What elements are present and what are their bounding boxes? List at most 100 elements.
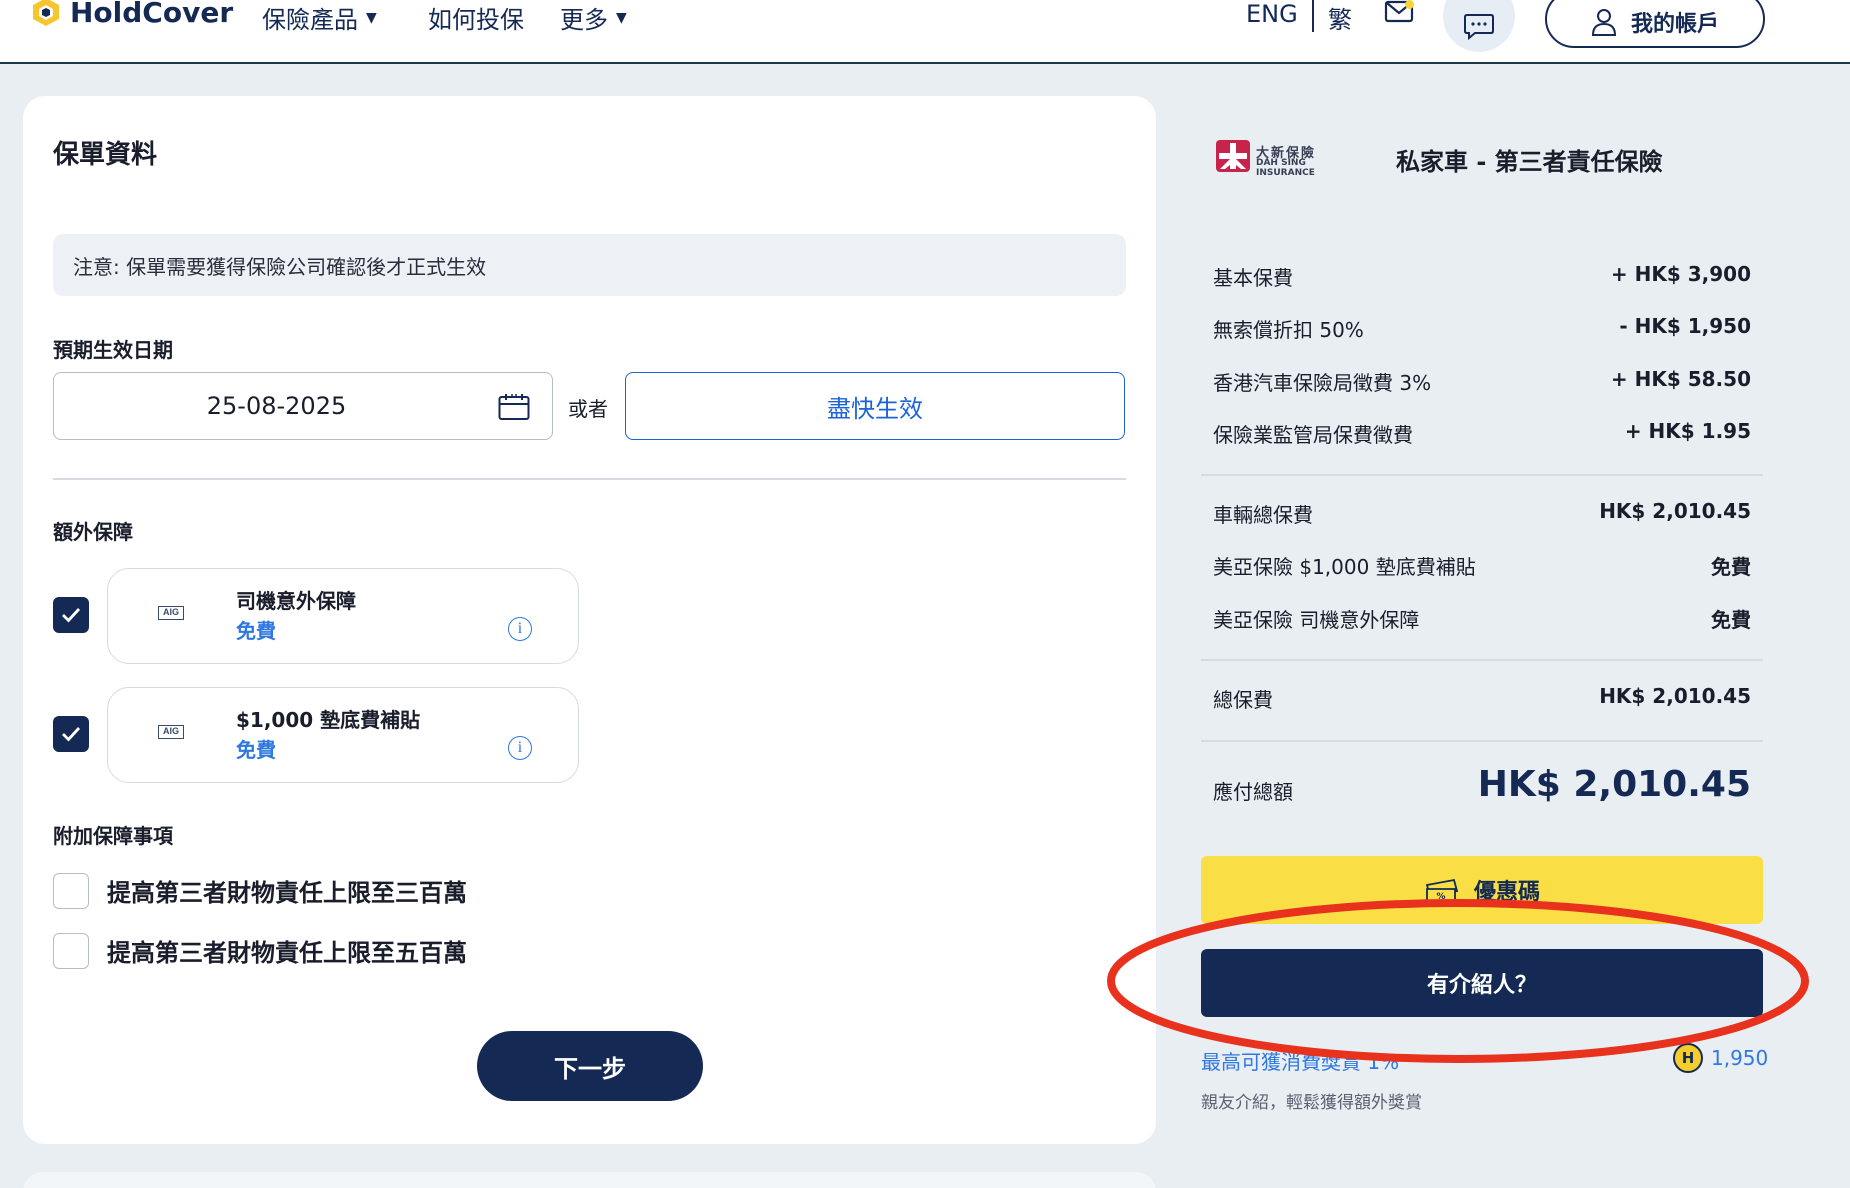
summary-row: 保險業監管局保費徵費 + HK$ 1.95: [1213, 419, 1751, 449]
amount-due-label: 應付總額: [1213, 780, 1293, 804]
summary-row: 車輛總保費 HK$ 2,010.45: [1213, 499, 1751, 529]
referrer-label: 有介紹人？: [1426, 973, 1537, 998]
calendar-icon[interactable]: [498, 393, 530, 421]
summary-divider: [1201, 659, 1763, 661]
summary-row: 基本保費 + HK$ 3,900: [1213, 262, 1751, 292]
nav-insurance-products[interactable]: 保險產品 ▼: [262, 0, 377, 35]
dah-sing-insurance-logo: 大新保險 DAH SING INSURANCE: [1216, 140, 1366, 178]
reward-points: 1,950: [1711, 1046, 1769, 1070]
option-label-3m[interactable]: 提高第三者財物責任上限至三百萬: [107, 873, 467, 908]
nav-more[interactable]: 更多 ▼: [560, 0, 627, 35]
row-label: 基本保費: [1213, 266, 1293, 290]
asap-effective-button[interactable]: 盡快生效: [625, 372, 1125, 440]
amount-due-value: HK$ 2,010.45: [1477, 764, 1751, 805]
option-checkbox-5m[interactable]: [53, 933, 89, 969]
addon-card-excess-subsidy[interactable]: AIG $1,000 墊底費補貼 免費 i: [107, 687, 579, 783]
row-value: 免費: [1711, 608, 1751, 632]
nav-label: 更多: [560, 6, 608, 34]
summary-row: 無索償折扣 50% - HK$ 1,950: [1213, 314, 1751, 344]
friend-referral-text: 親友介紹，輕鬆獲得額外獎賞: [1201, 1093, 1422, 1113]
my-account-button[interactable]: 我的帳戶: [1545, 0, 1765, 48]
summary-row: 美亞保險 司機意外保障 免費: [1213, 604, 1751, 634]
nav-label: 如何投保: [428, 6, 524, 34]
or-text: 或者: [568, 397, 608, 421]
checkmark-icon: [62, 727, 81, 742]
row-value: - HK$ 1,950: [1619, 314, 1751, 338]
holdcover-logo[interactable]: HoldCover: [30, 0, 233, 30]
option-checkbox-3m[interactable]: [53, 873, 89, 909]
start-date-label: 預期生效日期: [53, 338, 173, 362]
addon-card-driver-accident[interactable]: AIG 司機意外保障 免費 i: [107, 568, 579, 664]
policy-info-card: 保單資料 注意: 保單需要獲得保險公司確認後才正式生效 預期生效日期 25-08…: [23, 96, 1156, 1144]
promo-code-button[interactable]: % 優惠碼: [1201, 856, 1763, 924]
addon-price: 免費: [236, 738, 276, 762]
additional-options-label: 附加保障事項: [53, 824, 173, 848]
chat-button[interactable]: [1443, 0, 1515, 52]
coupon-icon: %: [1425, 878, 1459, 902]
next-label: 下一步: [554, 1054, 626, 1083]
addon-name: $1,000 墊底費補貼: [236, 708, 421, 732]
holdcover-logo-icon: [30, 0, 62, 28]
row-label: 總保費: [1213, 688, 1273, 712]
row-value: HK$ 2,010.45: [1599, 499, 1751, 523]
caret-down-icon: ▼: [616, 9, 627, 26]
svg-text:%: %: [1436, 892, 1445, 902]
lang-divider: [1312, 0, 1314, 32]
info-icon[interactable]: i: [508, 617, 532, 641]
info-icon[interactable]: i: [508, 736, 532, 760]
dah-sing-logo-icon: [1216, 140, 1250, 172]
top-nav: HoldCover 保險產品 ▼ 如何投保 更多 ▼ ENG 繁 我的帳戶: [0, 0, 1850, 64]
caret-down-icon: ▼: [366, 9, 377, 26]
notice-banner: 注意: 保單需要獲得保險公司確認後才正式生效: [53, 234, 1126, 296]
nav-label: 保險產品: [262, 6, 358, 34]
row-value: + HK$ 58.50: [1610, 367, 1751, 391]
row-label: 美亞保險 司機意外保障: [1213, 608, 1420, 632]
account-label: 我的帳戶: [1630, 12, 1719, 37]
holdcover-coin-icon: H: [1673, 1043, 1703, 1073]
addon-checkbox-driver-accident[interactable]: [53, 597, 89, 633]
next-section-card: [23, 1172, 1156, 1188]
have-referrer-button[interactable]: 有介紹人？: [1201, 949, 1763, 1017]
row-label: 美亞保險 $1,000 墊底費補貼: [1213, 555, 1476, 579]
user-icon: [1591, 9, 1616, 36]
next-step-button[interactable]: 下一步: [477, 1031, 703, 1101]
nav-how-to-apply[interactable]: 如何投保: [428, 0, 524, 35]
notice-text: 注意: 保單需要獲得保險公司確認後才正式生效: [73, 254, 487, 279]
reward-text: 最高可獲消費獎賞 1%: [1201, 1050, 1400, 1074]
lang-eng-link[interactable]: ENG: [1246, 0, 1298, 28]
aig-logo: AIG: [158, 725, 184, 739]
option-label-5m[interactable]: 提高第三者財物責任上限至五百萬: [107, 933, 467, 968]
summary-row: 美亞保險 $1,000 墊底費補貼 免費: [1213, 551, 1751, 581]
section-divider: [53, 478, 1126, 480]
row-label: 無索償折扣 50%: [1213, 318, 1364, 342]
start-date-value: 25-08-2025: [206, 392, 347, 420]
start-date-input[interactable]: 25-08-2025: [53, 372, 553, 440]
logo-text: HoldCover: [70, 0, 234, 29]
addon-name: 司機意外保障: [236, 589, 356, 613]
row-value: + HK$ 3,900: [1610, 262, 1751, 286]
product-title: 私家車 - 第三者責任保險: [1396, 148, 1663, 176]
lang-trad-link[interactable]: 繁: [1328, 0, 1352, 35]
row-value: HK$ 2,010.45: [1599, 684, 1751, 708]
checkmark-icon: [62, 608, 81, 623]
summary-divider: [1201, 740, 1763, 742]
extra-coverage-label: 額外保障: [53, 520, 133, 544]
addon-price: 免費: [236, 619, 276, 643]
insurer-name-en: DAH SING INSURANCE: [1256, 158, 1315, 178]
section-title: 保單資料: [53, 140, 158, 170]
coin-letter: H: [1681, 1049, 1695, 1067]
aig-logo: AIG: [158, 606, 184, 620]
row-value: 免費: [1711, 555, 1751, 579]
asap-label: 盡快生效: [827, 394, 923, 423]
row-label: 車輛總保費: [1213, 503, 1313, 527]
summary-row-total: 總保費 HK$ 2,010.45: [1213, 684, 1751, 714]
row-value: + HK$ 1.95: [1624, 419, 1751, 443]
chat-icon: [1464, 14, 1494, 40]
notification-dot: [1405, 0, 1414, 9]
row-label: 香港汽車保險局徵費 3%: [1213, 371, 1432, 395]
summary-row: 香港汽車保險局徵費 3% + HK$ 58.50: [1213, 367, 1751, 397]
summary-divider: [1201, 474, 1763, 476]
promo-label: 優惠碼: [1473, 880, 1540, 905]
row-label: 保險業監管局保費徵費: [1213, 423, 1413, 447]
addon-checkbox-excess-subsidy[interactable]: [53, 716, 89, 752]
